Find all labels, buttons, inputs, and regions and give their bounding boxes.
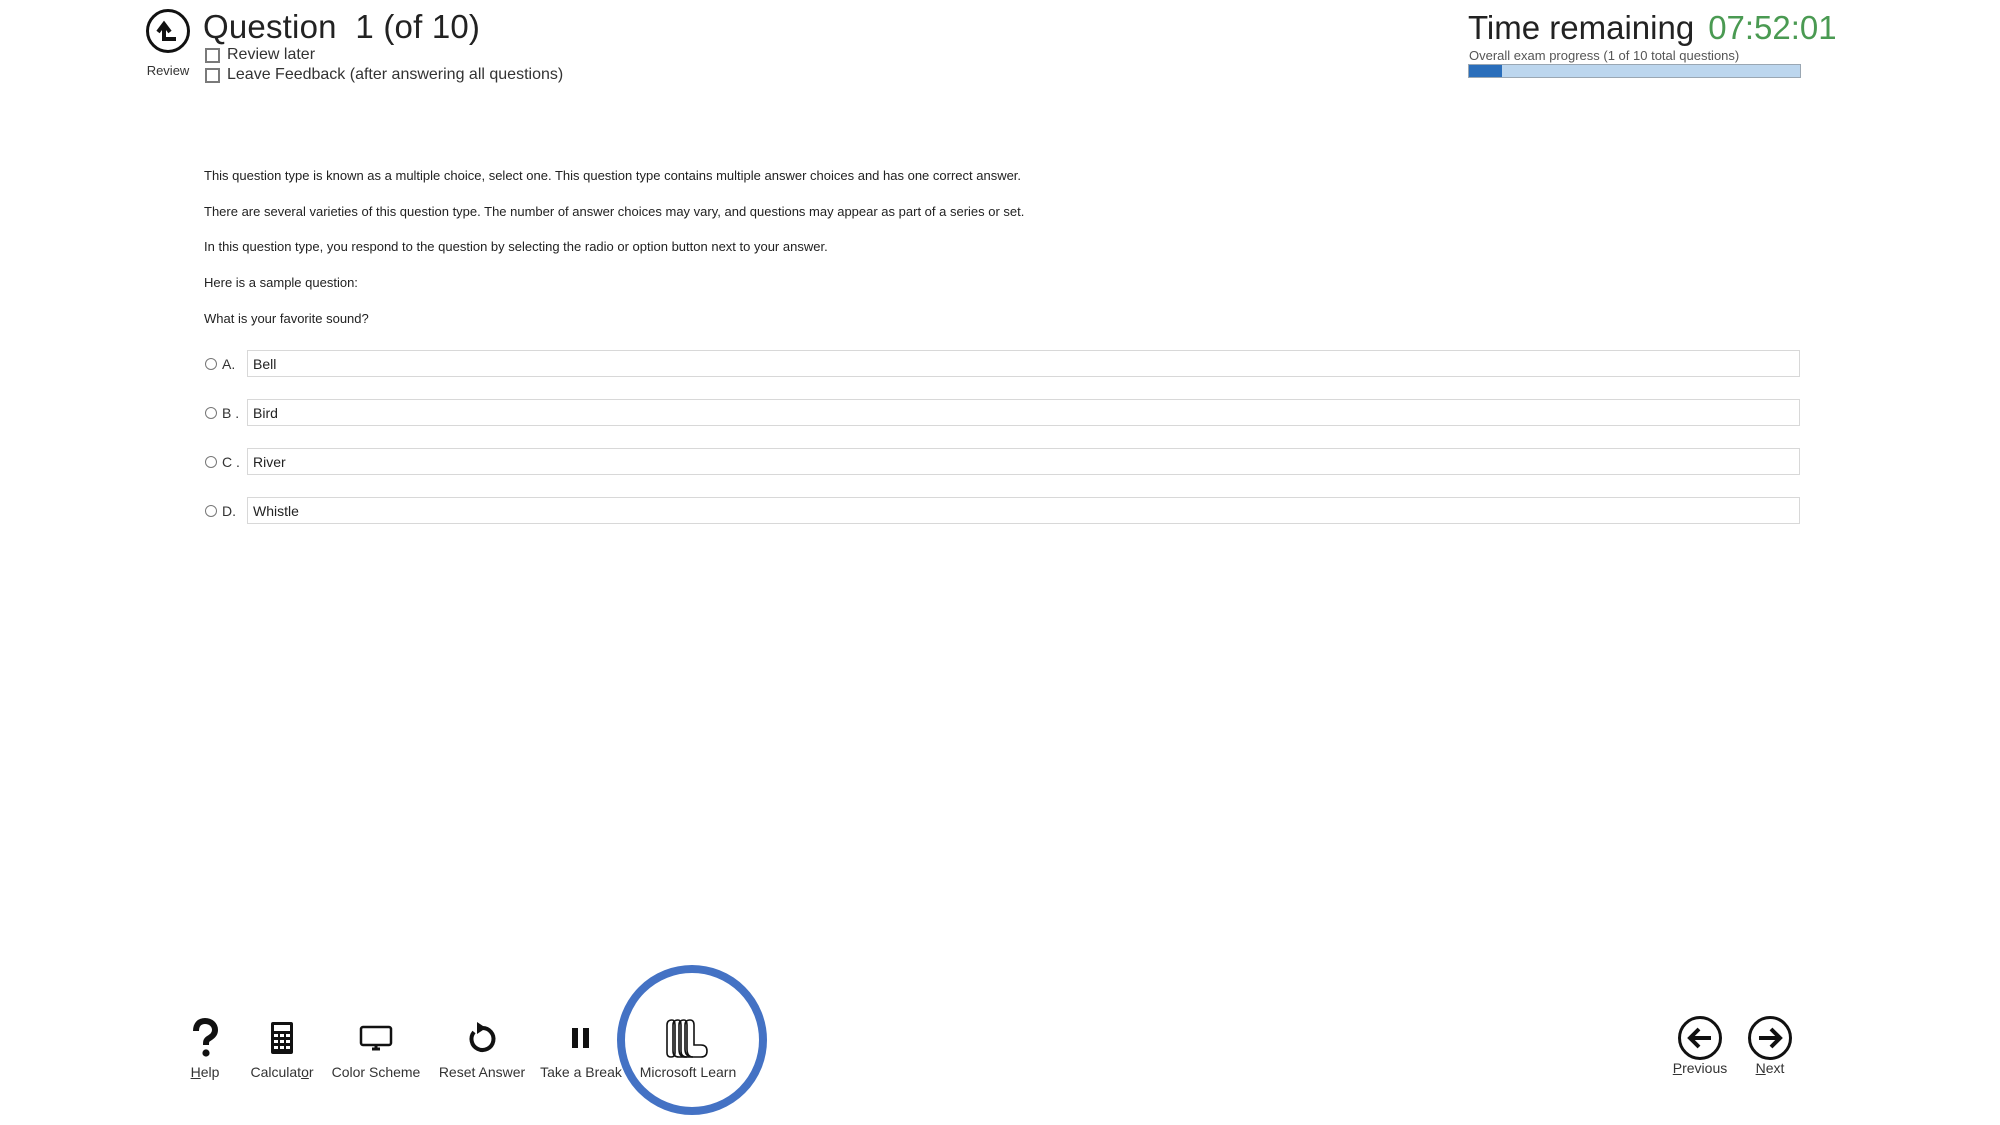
- calculator-label: Calculator: [250, 1064, 314, 1080]
- checkbox-box[interactable]: [205, 67, 220, 83]
- leave-feedback-checkbox[interactable]: Leave Feedback (after answering all ques…: [205, 66, 563, 84]
- color-scheme-button[interactable]: Color Scheme: [326, 1018, 426, 1086]
- pause-icon: [570, 1018, 592, 1058]
- arrow-left-circle-icon: [1677, 1016, 1723, 1060]
- answer-option-b[interactable]: B . Bird: [205, 399, 1800, 426]
- answer-text-box[interactable]: Whistle: [247, 497, 1800, 524]
- next-button[interactable]: Next: [1742, 1016, 1798, 1086]
- reset-answer-button[interactable]: Reset Answer: [432, 1018, 532, 1086]
- leave-feedback-label: Leave Feedback (after answering all ques…: [227, 66, 564, 83]
- question-title: Question 1 (of 10): [203, 8, 481, 45]
- progress-label: Overall exam progress (1 of 10 total que…: [1469, 48, 1740, 63]
- answer-option-c[interactable]: C . River: [205, 448, 1800, 475]
- time-remaining: Time remaining 07:52:01: [1468, 9, 1837, 47]
- option-letter: C .: [222, 453, 240, 470]
- instruction-paragraph: There are several varieties of this ques…: [204, 204, 1025, 219]
- radio-button[interactable]: [205, 406, 217, 419]
- answer-text-box[interactable]: River: [247, 448, 1800, 475]
- review-label: Review: [146, 63, 190, 78]
- review-button[interactable]: Review: [140, 6, 196, 78]
- arrow-right-circle-icon: [1747, 1016, 1793, 1060]
- reset-icon: [465, 1018, 499, 1058]
- option-letter: D.: [222, 502, 236, 519]
- review-later-checkbox[interactable]: Review later: [205, 46, 315, 64]
- take-a-break-button[interactable]: Take a Break: [538, 1018, 624, 1086]
- radio-button[interactable]: [205, 357, 217, 370]
- previous-button[interactable]: Previous: [1670, 1016, 1730, 1086]
- reset-answer-label: Reset Answer: [438, 1064, 526, 1080]
- checkbox-box[interactable]: [205, 47, 220, 63]
- help-button[interactable]: Help: [175, 1018, 235, 1086]
- time-remaining-value: 07:52:01: [1708, 9, 1837, 46]
- monitor-icon: [359, 1018, 393, 1058]
- answer-text-box[interactable]: Bell: [247, 350, 1800, 377]
- previous-label: Previous: [1672, 1060, 1728, 1076]
- exam-progress-fill: [1469, 65, 1503, 77]
- next-label: Next: [1755, 1060, 1785, 1076]
- review-later-label: Review later: [227, 46, 316, 63]
- instruction-paragraph: This question type is known as a multipl…: [204, 168, 1022, 183]
- question-text: What is your favorite sound?: [204, 311, 369, 326]
- help-label: Help: [190, 1064, 220, 1080]
- option-letter: A.: [222, 355, 236, 372]
- instruction-paragraph: In this question type, you respond to th…: [204, 239, 828, 254]
- radio-button[interactable]: [205, 504, 217, 517]
- exam-progress-bar: [1468, 64, 1801, 78]
- help-icon: [190, 1018, 220, 1058]
- color-scheme-label: Color Scheme: [331, 1064, 421, 1080]
- option-letter: B .: [222, 404, 240, 421]
- answer-option-a[interactable]: A. Bell: [205, 350, 1800, 377]
- take-a-break-label: Take a Break: [540, 1064, 622, 1080]
- instruction-paragraph: Here is a sample question:: [204, 275, 358, 290]
- time-remaining-label: Time remaining: [1468, 9, 1695, 46]
- answer-text-box[interactable]: Bird: [247, 399, 1800, 426]
- calculator-icon: [270, 1018, 294, 1058]
- microsoft-learn-icon: [663, 1018, 713, 1058]
- radio-button[interactable]: [205, 455, 217, 468]
- microsoft-learn-label: Microsoft Learn: [639, 1064, 737, 1080]
- microsoft-learn-button[interactable]: Microsoft Learn: [632, 1018, 744, 1086]
- answer-option-d[interactable]: D. Whistle: [205, 497, 1800, 524]
- calculator-button[interactable]: Calculator: [242, 1018, 322, 1086]
- review-arrow-icon: [146, 9, 190, 53]
